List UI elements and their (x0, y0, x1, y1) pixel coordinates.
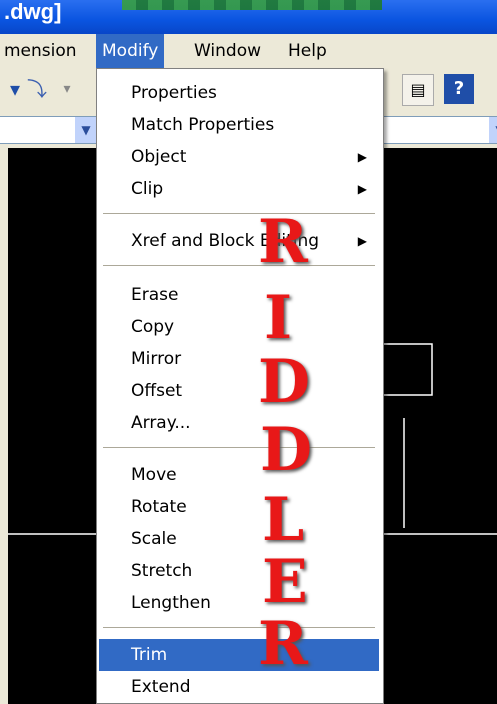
redo-dropdown-icon[interactable]: ▾ (52, 74, 82, 104)
menu-item-lengthen[interactable]: Lengthen (99, 587, 379, 619)
submenu-arrow-icon: ▶ (357, 150, 367, 164)
submenu-arrow-icon: ▶ (357, 182, 367, 196)
menu-help[interactable]: Help (288, 34, 327, 68)
menu-item-clip[interactable]: Clip ▶ (99, 173, 379, 205)
menu-item-mirror[interactable]: Mirror (99, 343, 379, 375)
menu-separator (103, 213, 375, 214)
left-edge (0, 148, 8, 704)
menu-item-properties[interactable]: Properties (99, 77, 379, 109)
chevron-down-icon[interactable]: ▼ (75, 117, 97, 143)
menu-item-trim[interactable]: Trim (99, 639, 379, 671)
menu-item-extend[interactable]: Extend (99, 671, 379, 703)
help-icon[interactable]: ? (444, 74, 474, 104)
riddler-letter: I (264, 283, 293, 353)
menu-bar: mension Modify Window Help (0, 34, 497, 69)
menu-item-scale[interactable]: Scale (99, 523, 379, 555)
riddler-letter: E (262, 547, 308, 617)
riddler-letter: L (262, 485, 305, 555)
menu-item-offset[interactable]: Offset (99, 375, 379, 407)
menu-item-copy[interactable]: Copy (99, 311, 379, 343)
menu-item-xref-block-editing[interactable]: Xref and Block Editing ▶ (99, 225, 379, 257)
riddler-letter: D (260, 415, 313, 485)
window-title: .dwg] (4, 0, 62, 24)
redo-icon[interactable]: ⤵ (22, 74, 52, 104)
submenu-arrow-icon: ▶ (357, 234, 367, 248)
layer-combo[interactable]: ▼ (0, 116, 98, 144)
menu-item-rotate[interactable]: Rotate (99, 491, 379, 523)
menu-window[interactable]: Window (194, 34, 261, 68)
riddler-letter: R (258, 609, 308, 679)
riddler-letter: D (258, 347, 311, 417)
title-decoration (122, 0, 382, 10)
menu-dimension[interactable]: mension (4, 34, 77, 68)
menu-item-stretch[interactable]: Stretch (99, 555, 379, 587)
title-bar: .dwg] (0, 0, 497, 34)
menu-item-array[interactable]: Array... (99, 407, 379, 439)
color-combo[interactable]: ▼ (380, 116, 497, 144)
menu-modify[interactable]: Modify (96, 34, 165, 68)
menu-item-object[interactable]: Object ▶ (99, 141, 379, 173)
design-center-icon[interactable]: ▤ (402, 74, 434, 106)
menu-separator (103, 265, 375, 266)
menu-separator (103, 627, 375, 628)
riddler-letter: R (258, 207, 308, 277)
menu-item-erase[interactable]: Erase (99, 279, 379, 311)
menu-separator (103, 447, 375, 448)
chevron-down-icon[interactable]: ▼ (489, 117, 497, 143)
menu-item-move[interactable]: Move (99, 459, 379, 491)
menu-item-match-properties[interactable]: Match Properties (99, 109, 379, 141)
modify-menu: Properties Match Properties Object ▶ Clip… (96, 68, 384, 704)
